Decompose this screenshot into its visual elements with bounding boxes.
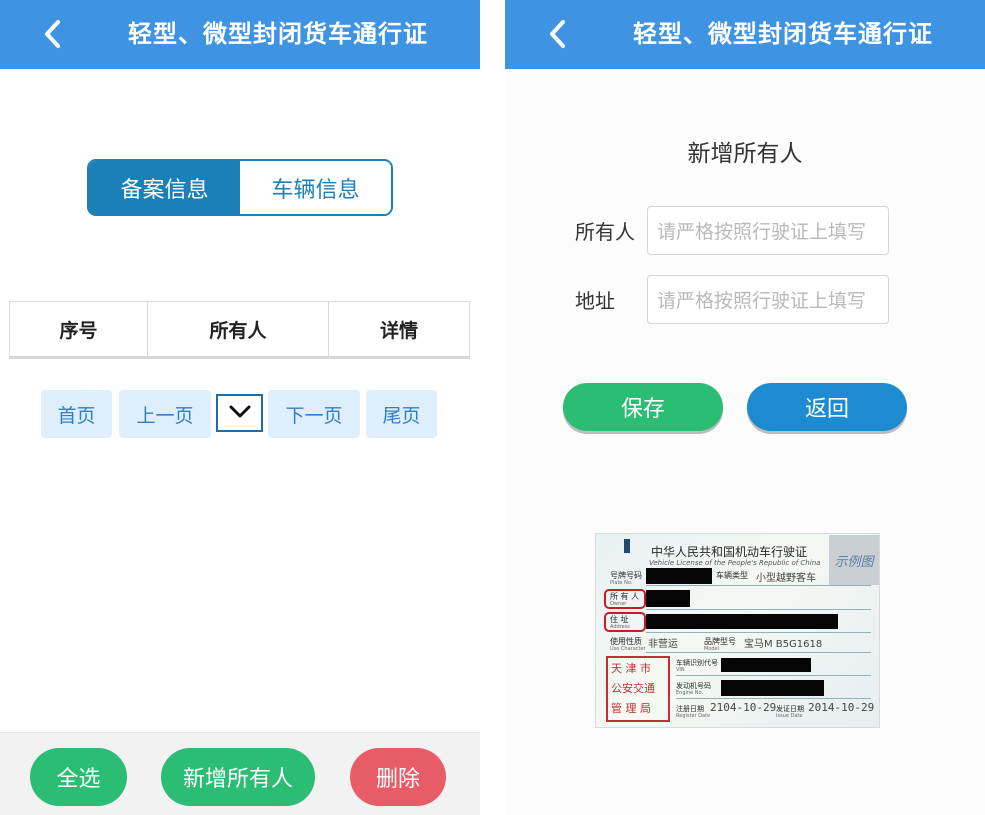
delete-button[interactable]: 删除 <box>350 748 446 806</box>
license-title-en: Vehicle License of the People's Republic… <box>649 559 821 567</box>
use-label-en: Use Character <box>610 646 646 652</box>
license-title-cn: 中华人民共和国机动车行驶证 <box>651 545 808 559</box>
stamp-line-2: 公安交通 <box>611 682 655 695</box>
column-header-details: 详情 <box>379 319 418 342</box>
redacted-vin <box>721 658 811 672</box>
address-label: 地址 <box>575 289 615 313</box>
last-page-button[interactable]: 尾页 <box>366 390 437 438</box>
sample-badge: 示例图 <box>829 535 879 585</box>
tab-vehicle-info[interactable]: 车辆信息 <box>240 161 391 214</box>
bottom-action-bar: 全选 新增所有人 删除 <box>0 732 480 815</box>
underline <box>676 698 871 699</box>
owner-field-label-en: Owner <box>610 601 627 607</box>
redacted-address <box>646 614 838 629</box>
engine-label-en: Engine No. <box>676 690 704 696</box>
underline <box>646 609 871 610</box>
underline <box>646 652 871 653</box>
prev-page-button[interactable]: 上一页 <box>119 390 211 438</box>
page-title: 轻型、微型封闭货车通行证 <box>128 20 428 48</box>
return-button[interactable]: 返回 <box>747 383 907 431</box>
list-screen: 轻型、微型封闭货车通行证 备案信息 车辆信息 序号 所有人 详情 首页 上一页 … <box>0 0 480 815</box>
form-title: 新增所有人 <box>687 141 803 167</box>
chevron-down-icon <box>229 404 251 423</box>
use-value: 非营运 <box>648 639 678 650</box>
select-all-button[interactable]: 全选 <box>30 748 127 806</box>
owner-input[interactable]: 请严格按照行驶证上填写 <box>647 206 889 255</box>
plate-label-en: Plate No. <box>610 580 633 586</box>
underline <box>676 675 871 676</box>
table-header: 序号 所有人 详情 <box>9 301 470 359</box>
top-bar: 轻型、微型封闭货车通行证 <box>0 0 480 69</box>
page-select[interactable] <box>216 394 263 432</box>
save-button[interactable]: 保存 <box>563 383 723 431</box>
top-bar: 轻型、微型封闭货车通行证 <box>505 0 985 69</box>
page-title: 轻型、微型封闭货车通行证 <box>633 20 933 48</box>
address-field-label-en: Address <box>610 624 630 630</box>
vin-label-en: VIN <box>676 667 685 673</box>
redacted-owner <box>646 590 690 607</box>
vehicle-type-label: 车辆类型 <box>716 571 748 580</box>
first-page-button[interactable]: 首页 <box>41 390 112 438</box>
address-input[interactable]: 请严格按照行驶证上填写 <box>647 275 889 324</box>
app-stage: 轻型、微型封闭货车通行证 备案信息 车辆信息 序号 所有人 详情 首页 上一页 … <box>0 0 985 815</box>
redacted-engine <box>721 680 824 696</box>
add-owner-button[interactable]: 新增所有人 <box>161 748 315 806</box>
screen-divider <box>480 0 505 815</box>
next-page-button[interactable]: 下一页 <box>268 390 360 438</box>
column-header-number: 序号 <box>10 302 148 356</box>
vehicle-type-value: 小型越野客车 <box>756 573 816 584</box>
segmented-tabs: 备案信息 车辆信息 <box>87 159 393 216</box>
register-date: 2104-10-29 <box>710 701 777 714</box>
issue-date: 2014-10-29 <box>808 701 875 714</box>
issue-label-en: Issue Date <box>776 713 803 719</box>
underline <box>646 632 871 633</box>
stamp-line-1: 天 津 市 <box>611 662 651 675</box>
police-stamp: 天 津 市 公安交通 管 理 局 <box>606 656 670 722</box>
sample-license-image: 示例图 中华人民共和国机动车行驶证 Vehicle License of the… <box>595 533 880 728</box>
tab-filing-info[interactable]: 备案信息 <box>89 161 240 214</box>
column-header-owner: 所有人 <box>148 302 329 356</box>
owner-label: 所有人 <box>575 220 635 244</box>
card-mark <box>624 539 630 553</box>
back-arrow-icon[interactable] <box>541 18 573 50</box>
redacted-plate <box>646 568 712 584</box>
add-owner-screen: 轻型、微型封闭货车通行证 新增所有人 所有人 请严格按照行驶证上填写 地址 请严… <box>505 0 985 815</box>
register-label-en: Register Date <box>676 713 711 719</box>
back-arrow-icon[interactable] <box>36 18 68 50</box>
underline <box>646 585 871 586</box>
model-value: 宝马M B5G1618 <box>744 639 823 650</box>
stamp-line-3: 管 理 局 <box>611 702 651 715</box>
